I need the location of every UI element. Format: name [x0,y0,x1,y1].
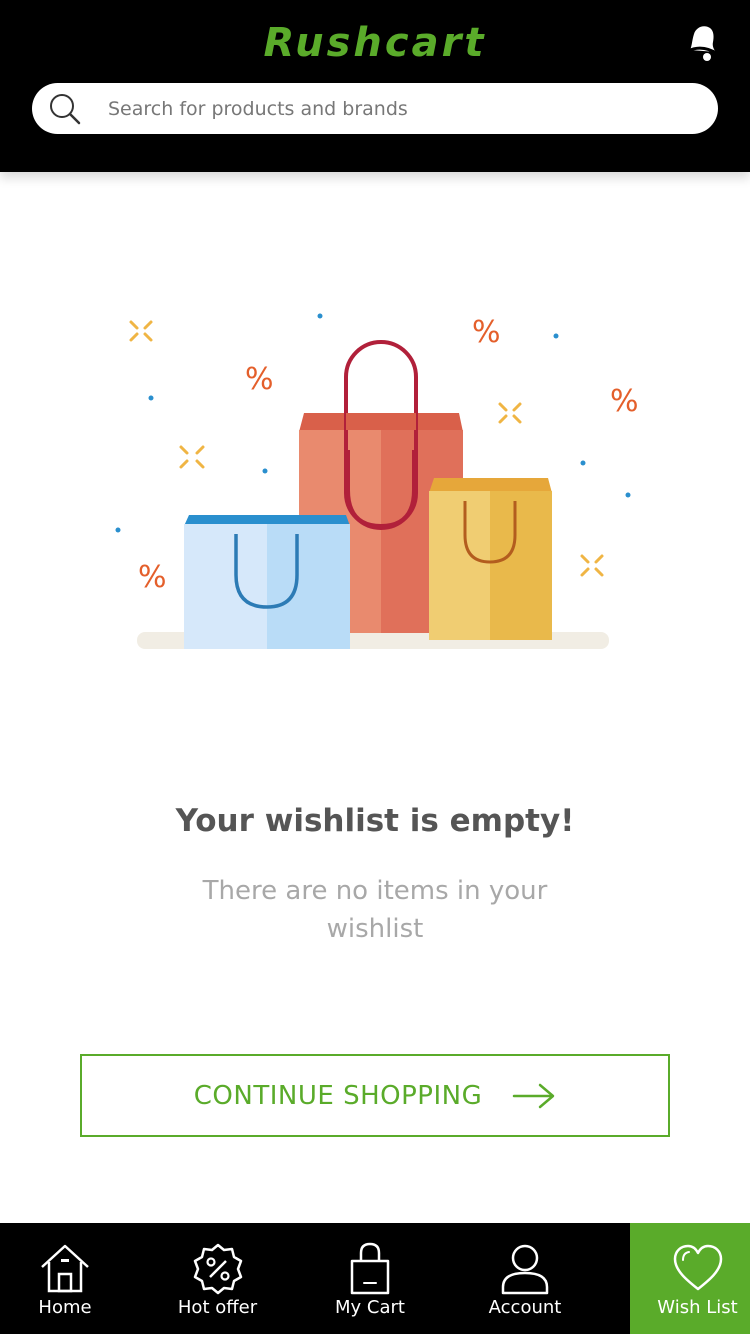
search-input[interactable] [108,83,688,134]
svg-text:%: % [138,560,167,595]
nav-item-my-cart[interactable]: My Cart [305,1223,435,1334]
svg-text:%: % [245,362,274,397]
notification-button[interactable] [680,20,724,64]
shopping-bag-icon [350,1242,390,1295]
app-title: Rushcart [263,20,487,66]
shopping-bags-illustration: % % % % [115,313,639,649]
svg-text:%: % [610,384,639,419]
nav-item-account[interactable]: Account [435,1223,615,1334]
heart-icon [673,1244,722,1291]
svg-text:%: % [472,315,501,350]
empty-state-title: Your wishlist is empty! [175,803,575,839]
continue-shopping-button[interactable]: CONTINUE SHOPPING [80,1054,670,1137]
app-header: Rushcart [0,0,750,172]
nav-label-account: Account [488,1297,562,1318]
search-icon [50,94,81,125]
arrow-right-icon [512,1083,555,1108]
bell-icon [687,26,719,61]
user-icon [501,1244,549,1295]
nav-label-hot-offer: Hot offer [177,1297,258,1318]
continue-shopping-label: CONTINUE SHOPPING [193,1080,483,1111]
discount-badge-icon [193,1243,242,1295]
bottom-nav: Home Hot offer My Cart Account Wish List [0,1223,750,1334]
nav-item-hot-offer[interactable]: Hot offer [130,1223,305,1334]
nav-label-wish-list: Wish List [657,1297,738,1318]
nav-label-my-cart: My Cart [335,1297,405,1318]
empty-state-subtitle: There are no items in your wishlist [202,876,548,944]
nav-label-home: Home [38,1297,92,1318]
nav-item-wish-list[interactable]: Wish List [630,1223,750,1334]
home-icon [41,1244,89,1293]
search-bar[interactable] [32,83,718,134]
nav-item-home[interactable]: Home [0,1223,130,1334]
